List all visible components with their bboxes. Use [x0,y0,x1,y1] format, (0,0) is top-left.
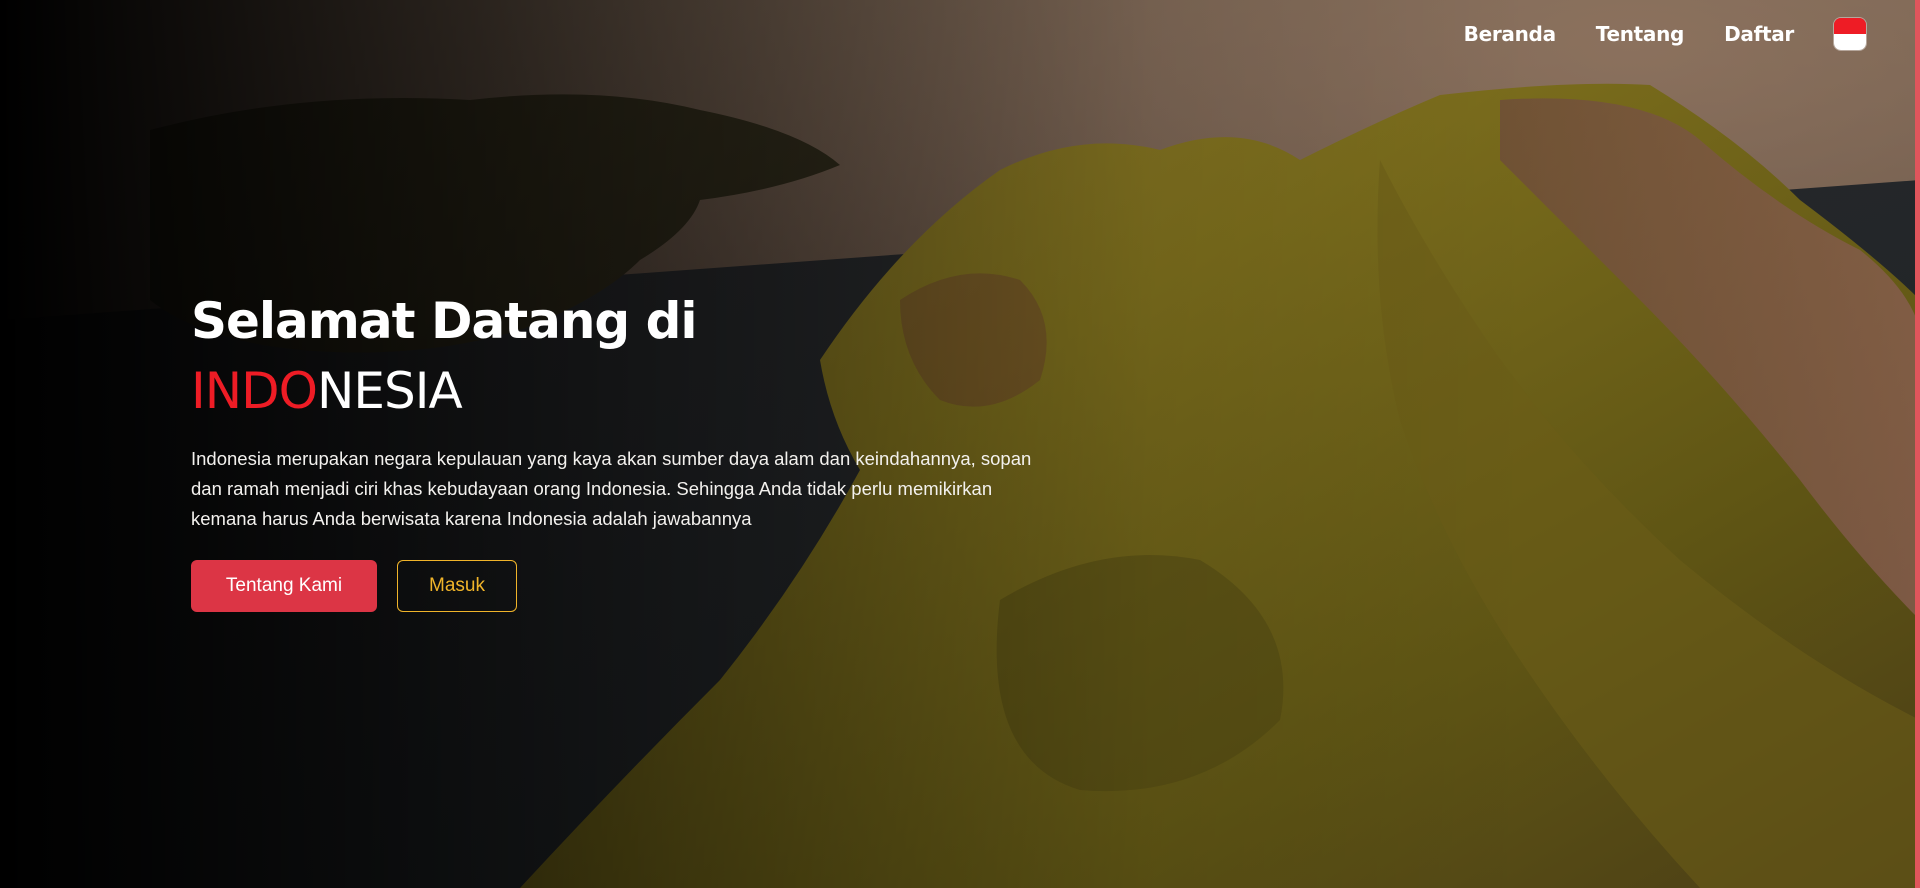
brand-rest-text: NESIA [317,362,463,420]
scrollbar[interactable] [1915,0,1920,888]
about-us-button[interactable]: Tentang Kami [191,560,377,612]
hero-content: Selamat Datang di INDONESIA Indonesia me… [191,286,1071,612]
nav-link-beranda[interactable]: Beranda [1464,22,1556,46]
login-button[interactable]: Masuk [397,560,517,612]
hero-description: Indonesia merupakan negara kepulauan yan… [191,448,1032,529]
nav-link-tentang[interactable]: Tentang [1596,22,1685,46]
flag-red-stripe [1834,18,1866,34]
indonesia-flag-icon[interactable] [1834,18,1866,50]
brand-accent-text: INDO [191,362,318,420]
nav-link-daftar[interactable]: Daftar [1724,22,1794,46]
top-navigation: Beranda Tentang Daftar [1424,18,1866,50]
hero-actions: Tentang Kami Masuk [191,560,1071,612]
hero-headline: Selamat Datang di [191,292,698,350]
hero-brand-title: INDONESIA [191,356,1071,426]
flag-white-stripe [1834,34,1866,50]
